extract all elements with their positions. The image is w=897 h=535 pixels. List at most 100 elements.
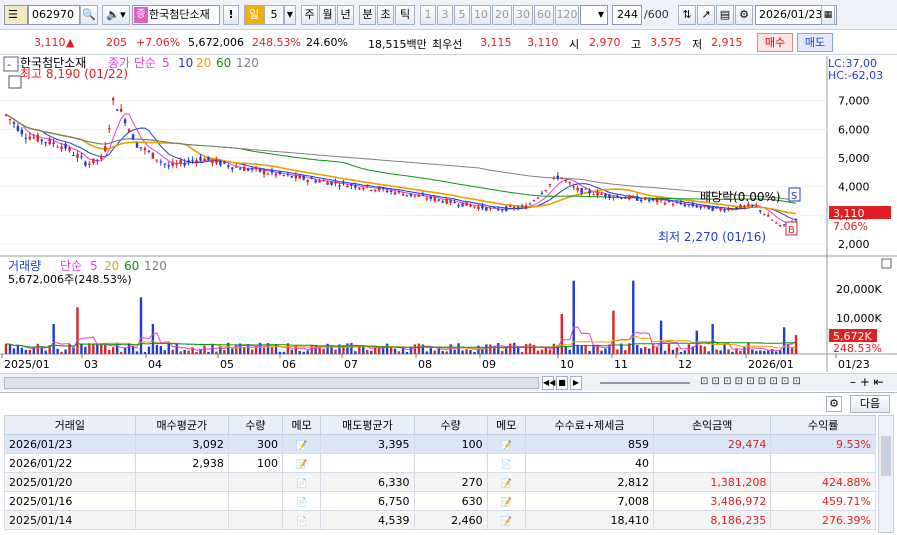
memo-icon[interactable]: 📄 bbox=[486, 453, 526, 473]
tab-tick[interactable]: 틱 bbox=[395, 5, 415, 25]
tick-120[interactable]: 120 bbox=[555, 5, 579, 25]
tab-year[interactable]: 년 bbox=[337, 5, 354, 25]
sell-button[interactable]: 매도 bbox=[797, 33, 833, 52]
table-row[interactable]: 2025/01/16 📄 6,750 630 📝 7,008 3,486,972 459.71… bbox=[4, 491, 876, 511]
gear-icon[interactable]: ⚙ bbox=[735, 5, 753, 25]
play-icon[interactable]: ▶ bbox=[570, 376, 582, 390]
memo-icon[interactable]: 📄 bbox=[281, 472, 322, 492]
header-cell[interactable]: 수수료+제세금 bbox=[524, 415, 655, 435]
candle-body bbox=[655, 198, 659, 203]
candlestick-chart[interactable]: 7,0006,0005,0004,0003,0002,00020,000K10,… bbox=[0, 56, 897, 372]
x-tick-label: 2026/01 bbox=[748, 358, 794, 371]
candle-body bbox=[52, 142, 55, 145]
tick-3[interactable]: 3 bbox=[437, 5, 453, 25]
candle-body bbox=[508, 205, 512, 207]
header-cell[interactable]: 메모 bbox=[281, 415, 322, 435]
next-button[interactable]: 다음 bbox=[850, 395, 890, 413]
calendar-icon[interactable] bbox=[8, 75, 22, 89]
memo-icon[interactable]: 📝 bbox=[486, 434, 526, 454]
zoom-slider[interactable] bbox=[600, 382, 690, 384]
buy-button[interactable]: 매수 bbox=[757, 33, 793, 52]
period-value-input[interactable]: 5 bbox=[264, 5, 284, 25]
period-unit-button[interactable]: 일 bbox=[244, 5, 264, 25]
candle-body bbox=[703, 205, 706, 207]
chart-area[interactable]: 7,0006,0005,0004,0003,0002,00020,000K10,… bbox=[0, 56, 897, 372]
table-row[interactable]: 2026/01/22 2,938 100 📝 📄 40 bbox=[4, 453, 876, 473]
alert-icon[interactable]: ! bbox=[223, 5, 239, 25]
tick-5[interactable]: 5 bbox=[454, 5, 470, 25]
memo-icon[interactable]: 📄 bbox=[281, 491, 322, 511]
memo-icon[interactable]: 📝 bbox=[501, 441, 512, 451]
candle-body bbox=[326, 181, 329, 185]
header-cell[interactable]: 매수평균가 bbox=[134, 415, 229, 435]
header-cell[interactable]: 수량 bbox=[413, 415, 488, 435]
memo-icon[interactable]: 📝 bbox=[501, 498, 512, 508]
period-dropdown-icon[interactable]: ▼ bbox=[284, 5, 296, 25]
volume-bar bbox=[282, 351, 286, 354]
tab-week[interactable]: 주 bbox=[301, 5, 318, 25]
memo-icon[interactable]: 📄 bbox=[281, 510, 322, 530]
memo-icon[interactable]: 📝 bbox=[296, 441, 307, 451]
stock-code-input[interactable]: 062970 bbox=[28, 5, 80, 25]
table-cell: 2,938 bbox=[134, 453, 229, 473]
table-scrollbar[interactable] bbox=[878, 415, 894, 533]
memo-icon[interactable]: 📄 bbox=[296, 479, 307, 489]
candle-body bbox=[596, 191, 599, 196]
tab-second[interactable]: 초 bbox=[377, 5, 394, 25]
table-row[interactable]: 2025/01/20 📄 6,330 270 📝 2,812 1,381,208 424.88… bbox=[4, 472, 876, 492]
memo-icon[interactable]: 📝 bbox=[486, 510, 526, 530]
candle-body bbox=[366, 184, 369, 188]
table-row[interactable]: 2025/01/14 📄 4,539 2,460 📝 18,410 8,186,235 276… bbox=[4, 510, 876, 530]
header-cell[interactable]: 손익금액 bbox=[653, 415, 772, 435]
candle-body bbox=[659, 199, 663, 201]
chart-tool-icon[interactable]: ↗ bbox=[697, 5, 715, 25]
candle-body bbox=[743, 205, 746, 207]
tick-10[interactable]: 10 bbox=[471, 5, 491, 25]
memo-icon[interactable]: 📝 bbox=[501, 517, 512, 527]
table-cell bbox=[770, 453, 876, 473]
candle-body bbox=[246, 168, 250, 171]
memo-icon[interactable]: 📄 bbox=[296, 498, 307, 508]
volume-bar bbox=[588, 350, 591, 354]
memo-icon[interactable]: 📄 bbox=[296, 517, 307, 527]
header-cell[interactable]: 매도평균가 bbox=[320, 415, 415, 435]
menu-icon[interactable]: ☰ bbox=[4, 5, 28, 25]
bar-count-input[interactable]: 244 bbox=[612, 5, 642, 25]
header-cell[interactable]: 수익률 bbox=[770, 415, 876, 435]
tick-30[interactable]: 30 bbox=[513, 5, 533, 25]
tick-20[interactable]: 20 bbox=[492, 5, 512, 25]
tab-month[interactable]: 월 bbox=[319, 5, 336, 25]
settings-gear-icon[interactable]: ⚙ bbox=[826, 396, 842, 412]
first-page-icon[interactable]: ◀◀ bbox=[542, 376, 555, 390]
candle-body bbox=[679, 202, 683, 205]
table-cell: 8,186,235 bbox=[653, 510, 772, 530]
tick-60[interactable]: 60 bbox=[534, 5, 554, 25]
speaker-icon[interactable]: 🔈▾ bbox=[102, 5, 130, 25]
memo-icon[interactable]: 📝 bbox=[486, 491, 526, 511]
zoom-controls-icon[interactable]: – + ⇤ bbox=[850, 375, 884, 389]
memo-icon[interactable]: 📝 bbox=[281, 434, 322, 454]
tab-minute[interactable]: 분 bbox=[359, 5, 376, 25]
panel-close-icon[interactable] bbox=[881, 258, 892, 269]
chart-scrollbar[interactable] bbox=[4, 377, 539, 389]
tick-1[interactable]: 1 bbox=[420, 5, 436, 25]
memo-icon[interactable]: 📝 bbox=[486, 472, 526, 492]
memo-icon[interactable]: 📝 bbox=[296, 460, 307, 470]
order-icon[interactable]: ⇅ bbox=[678, 5, 696, 25]
table-row[interactable]: 2026/01/23 3,092 300 📝 3,395 100 📝 859 29,474 9.5… bbox=[4, 434, 876, 454]
header-cell[interactable]: 거래일 bbox=[4, 415, 136, 435]
scroll-thumb[interactable] bbox=[881, 436, 891, 476]
save-icon[interactable]: ▤ bbox=[716, 5, 734, 25]
header-cell[interactable]: 메모 bbox=[486, 415, 526, 435]
stock-name-field[interactable]: 증 한국첨단소재 bbox=[132, 5, 220, 25]
tool-icons[interactable]: ⊡ ⊡ ⊡ ⊡ ⊡ ⊡ ⊡ ⊡ ⊡ bbox=[700, 376, 850, 390]
memo-icon[interactable]: 📝 bbox=[501, 479, 512, 489]
tick-dropdown[interactable]: ▼ bbox=[580, 5, 608, 25]
memo-icon[interactable]: 📝 bbox=[281, 453, 322, 473]
search-icon[interactable]: 🔍 bbox=[80, 5, 98, 25]
stop-icon[interactable]: ■ bbox=[556, 376, 568, 390]
volume-bar bbox=[516, 347, 520, 354]
header-cell[interactable]: 수량 bbox=[227, 415, 284, 435]
calendar-icon[interactable]: ▦ bbox=[821, 5, 835, 25]
memo-icon[interactable]: 📄 bbox=[501, 460, 512, 470]
